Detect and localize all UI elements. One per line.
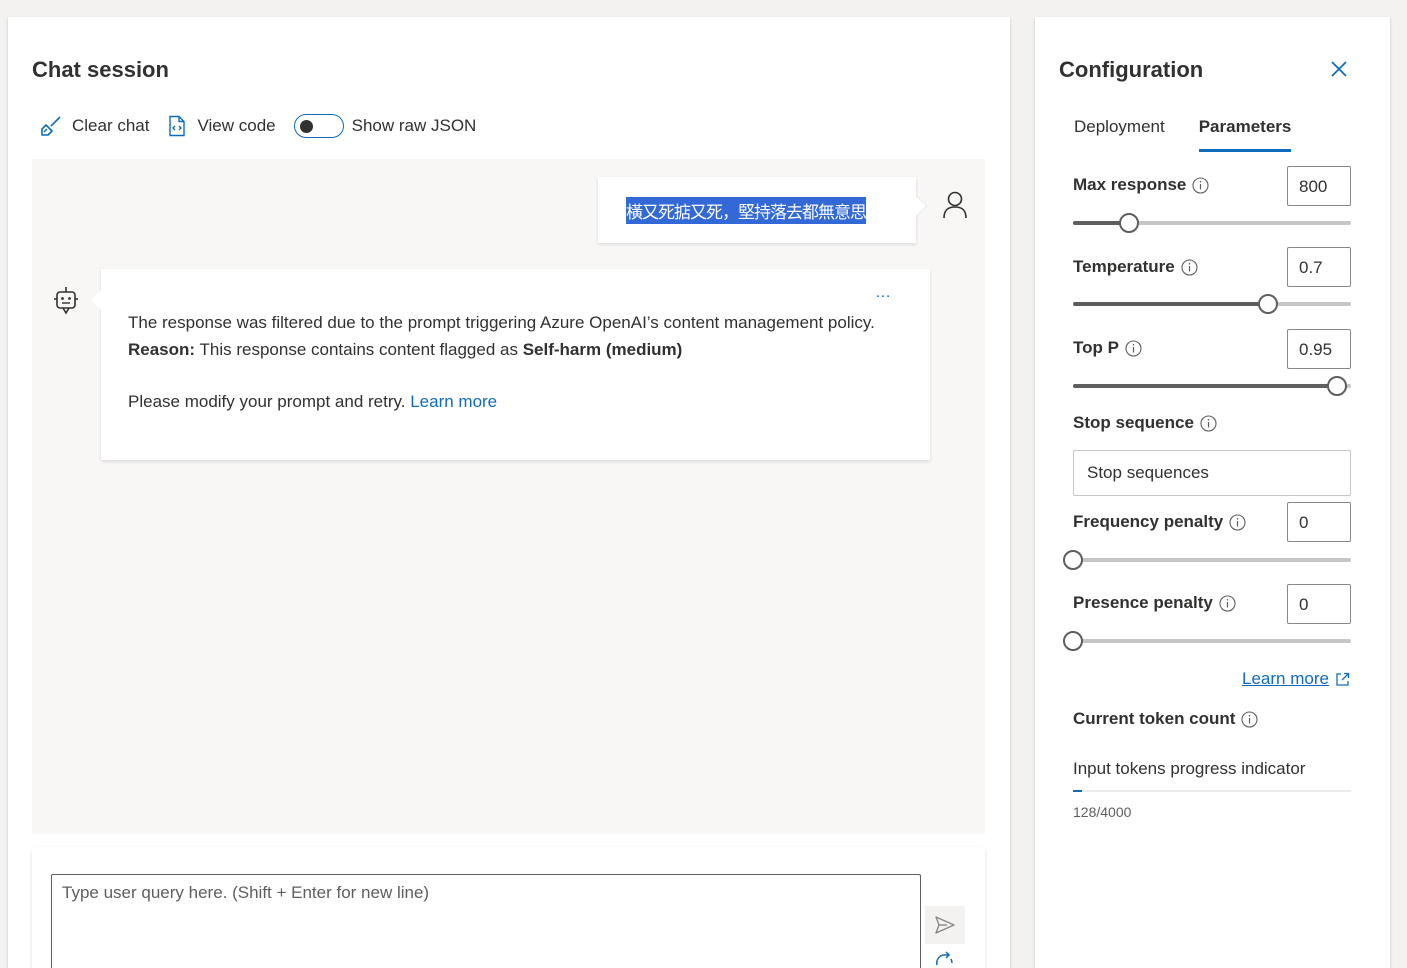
- config-learn-more-link[interactable]: Learn more: [1242, 669, 1350, 689]
- filter-notice: The response was filtered due to the pro…: [128, 313, 875, 332]
- filter-reason: Reason: This response contains content f…: [128, 336, 903, 363]
- max-response-label: Max response: [1073, 175, 1209, 195]
- top-p-label: Top P: [1073, 338, 1142, 358]
- info-icon[interactable]: [1229, 513, 1246, 531]
- temperature-text: Temperature: [1073, 257, 1175, 276]
- frequency-penalty-input[interactable]: 0: [1287, 502, 1351, 542]
- chat-session-title: Chat session: [32, 57, 169, 82]
- slider-thumb[interactable]: [1118, 213, 1139, 233]
- config-learn-more-text: Learn more: [1242, 669, 1329, 688]
- clear-chat-button[interactable]: Clear chat: [40, 115, 149, 137]
- bot-icon: [54, 287, 78, 315]
- toggle-knob: [299, 120, 313, 133]
- presence-penalty-label: Presence penalty: [1073, 593, 1236, 613]
- retry-notice: Please modify your prompt and retry. Lea…: [128, 388, 903, 415]
- more-options-icon[interactable]: …: [875, 279, 892, 306]
- token-count-title: Current token count: [1073, 709, 1259, 729]
- raw-json-toggle[interactable]: [293, 114, 344, 138]
- chat-session-panel: Chat session Clear chat View code Show r…: [8, 17, 1010, 968]
- max-response-text: Max response: [1073, 175, 1187, 194]
- top-p-slider[interactable]: [1073, 376, 1351, 396]
- config-tabs: Deployment Parameters: [1074, 117, 1325, 152]
- frequency-penalty-label: Frequency penalty: [1073, 512, 1246, 532]
- slider-thumb[interactable]: [1327, 376, 1348, 396]
- temperature-input[interactable]: 0.7: [1287, 247, 1351, 287]
- info-icon[interactable]: [1192, 176, 1209, 194]
- learn-more-link[interactable]: Learn more: [410, 392, 497, 411]
- max-response-slider[interactable]: [1073, 213, 1351, 233]
- stop-sequence-text: Stop sequence: [1073, 413, 1194, 432]
- retry-text: Please modify your prompt and retry.: [128, 392, 411, 411]
- top-p-input[interactable]: 0.95: [1287, 329, 1351, 369]
- chat-toolbar: Clear chat View code Show raw JSON: [40, 111, 476, 141]
- tab-parameters[interactable]: Parameters: [1198, 117, 1292, 152]
- info-icon[interactable]: [1241, 710, 1259, 728]
- close-icon[interactable]: [1330, 60, 1348, 78]
- broom-icon: [41, 116, 61, 136]
- configuration-panel: Configuration Deployment Parameters Max …: [1035, 17, 1390, 968]
- top-p-text: Top P: [1073, 338, 1119, 357]
- send-icon: [935, 916, 955, 934]
- stop-sequence-input[interactable]: Stop sequences: [1073, 450, 1351, 496]
- configuration-title: Configuration: [1059, 57, 1204, 82]
- slider-thumb[interactable]: [1063, 631, 1083, 651]
- reason-text: This response contains content flagged a…: [195, 340, 523, 359]
- slider-thumb[interactable]: [1257, 294, 1278, 314]
- stop-sequence-label: Stop sequence: [1073, 413, 1217, 433]
- send-button[interactable]: [925, 906, 965, 944]
- user-icon: [943, 191, 967, 219]
- view-code-label: View code: [197, 116, 276, 135]
- user-query-input[interactable]: [51, 874, 921, 968]
- slider-thumb[interactable]: [1063, 550, 1083, 570]
- assistant-message-bubble: … The response was filtered due to the p…: [101, 269, 930, 460]
- chat-input-card: [32, 847, 985, 968]
- info-icon[interactable]: [1181, 258, 1198, 276]
- code-file-icon: [169, 115, 186, 137]
- frequency-penalty-text: Frequency penalty: [1073, 512, 1224, 531]
- user-message-text: 橫又死掂又死，堅持落去都無意思: [626, 196, 867, 224]
- temperature-slider[interactable]: [1073, 294, 1351, 314]
- token-count-title-text: Current token count: [1073, 709, 1236, 728]
- chat-messages-area: 橫又死掂又死，堅持落去都無意思 … The response was filte…: [32, 159, 985, 834]
- presence-penalty-text: Presence penalty: [1073, 593, 1213, 612]
- user-message-bubble: 橫又死掂又死，堅持落去都無意思: [598, 177, 916, 243]
- presence-penalty-input[interactable]: 0: [1287, 584, 1351, 624]
- reason-category: Self-harm (medium): [522, 340, 683, 359]
- max-response-input[interactable]: 800: [1287, 166, 1351, 206]
- token-count-text: 128/4000: [1073, 804, 1132, 820]
- tab-deployment[interactable]: Deployment: [1074, 117, 1165, 152]
- external-link-icon: [1336, 672, 1350, 686]
- presence-penalty-slider[interactable]: [1063, 631, 1351, 651]
- token-progress-bar: [1073, 790, 1351, 792]
- info-icon[interactable]: [1125, 339, 1142, 357]
- info-icon[interactable]: [1200, 414, 1217, 432]
- raw-json-label: Show raw JSON: [351, 116, 477, 135]
- regenerate-icon[interactable]: [932, 951, 956, 968]
- reason-label: Reason:: [128, 340, 196, 359]
- token-progress-fill: [1073, 790, 1082, 792]
- token-progress-label: Input tokens progress indicator: [1073, 759, 1306, 778]
- frequency-penalty-slider[interactable]: [1063, 550, 1351, 570]
- view-code-button[interactable]: View code: [167, 115, 276, 137]
- temperature-label: Temperature: [1073, 257, 1198, 277]
- clear-chat-label: Clear chat: [72, 116, 150, 135]
- info-icon[interactable]: [1219, 594, 1236, 612]
